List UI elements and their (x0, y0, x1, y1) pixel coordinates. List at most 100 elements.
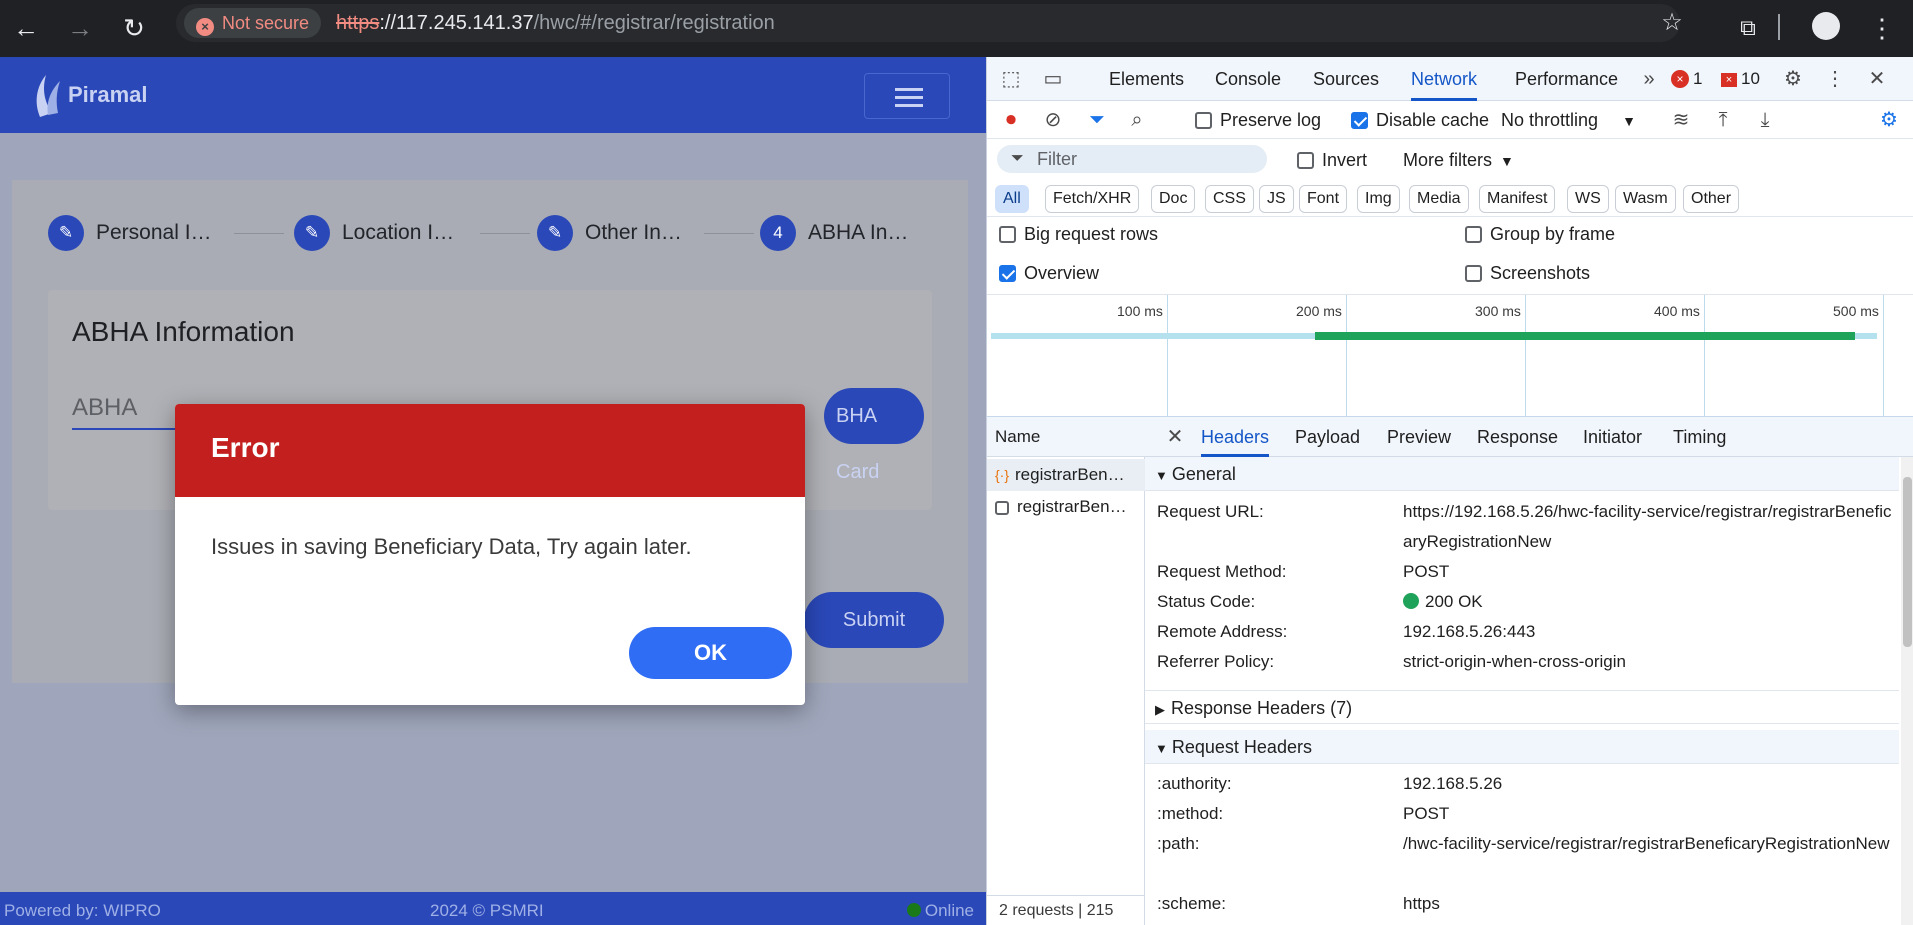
extensions-icon[interactable]: ⧉ (1728, 8, 1768, 48)
tab-performance[interactable]: Performance (1515, 57, 1618, 101)
more-filters-dropdown[interactable]: More filters ▼ (1403, 141, 1514, 179)
name-column-header[interactable]: Name (987, 417, 1145, 457)
request-row[interactable]: registrarBen… (987, 491, 1145, 523)
more-tabs-icon[interactable]: » (1635, 65, 1663, 93)
network-conditions-icon[interactable]: ≋ (1667, 106, 1695, 134)
timeline-tick: 400 ms (1654, 303, 1700, 319)
triangle-right-icon: ▶ (1155, 702, 1165, 717)
big-request-rows-toggle[interactable]: Big request rows (999, 219, 1158, 249)
timeline-tick: 100 ms (1117, 303, 1163, 319)
type-media[interactable]: Media (1409, 185, 1469, 213)
export-har-icon[interactable]: ⤓ (1751, 106, 1779, 134)
ok-button[interactable]: OK (629, 627, 792, 679)
checkbox[interactable] (1195, 112, 1212, 129)
back-icon[interactable]: ← (6, 8, 46, 48)
menu-button[interactable] (864, 73, 950, 119)
profile-avatar-icon[interactable] (1812, 12, 1840, 40)
checkbox-checked[interactable] (999, 265, 1016, 282)
bookmark-star-icon[interactable]: ☆ (1652, 3, 1692, 43)
tab-sources[interactable]: Sources (1313, 57, 1379, 101)
checkbox[interactable] (1465, 226, 1482, 243)
abha-card-button[interactable]: BHA Card (824, 388, 924, 483)
type-js[interactable]: JS (1259, 185, 1294, 213)
step-personal[interactable]: ✎ Personal I… (48, 213, 212, 253)
tab-preview[interactable]: Preview (1387, 417, 1451, 457)
response-headers-section-header[interactable]: ▶ Response Headers (7) (1145, 690, 1899, 724)
step-location[interactable]: ✎ Location I… (294, 213, 454, 253)
close-devtools-icon[interactable]: ✕ (1863, 65, 1891, 93)
search-icon[interactable]: ⌕ (1123, 106, 1151, 134)
device-toolbar-icon[interactable]: ▭ (1039, 65, 1067, 93)
filter-input[interactable]: Filter (997, 145, 1267, 173)
checkbox[interactable] (999, 226, 1016, 243)
address-bar[interactable]: × Not secure https://117.245.141.37/hwc/#… (176, 4, 1683, 42)
pencil-icon: ✎ (537, 215, 573, 252)
url-text[interactable]: https://117.245.141.37/hwc/#/registrar/r… (336, 4, 775, 42)
overview-toggle[interactable]: Overview (999, 258, 1099, 288)
type-img[interactable]: Img (1357, 185, 1400, 213)
type-manifest[interactable]: Manifest (1479, 185, 1556, 213)
tab-console[interactable]: Console (1215, 57, 1281, 101)
type-css[interactable]: CSS (1205, 185, 1254, 213)
browser-chrome: ← → ↻ × Not secure https://117.245.141.37… (0, 0, 1913, 57)
step-other[interactable]: ✎ Other In… (537, 213, 682, 253)
type-doc[interactable]: Doc (1151, 185, 1196, 213)
tab-response[interactable]: Response (1477, 417, 1558, 457)
step-abha[interactable]: 4 ABHA In… (760, 213, 908, 253)
preserve-log-toggle[interactable]: Preserve log (1195, 101, 1321, 139)
footer-copyright: 2024 © PSMRI (430, 901, 544, 920)
forward-icon[interactable]: → (60, 8, 100, 48)
type-other[interactable]: Other (1683, 185, 1740, 213)
tab-headers[interactable]: Headers (1201, 417, 1270, 457)
request-summary: 2 requests | 215 (987, 895, 1145, 925)
tab-network[interactable]: Network (1411, 57, 1478, 101)
scroll-thumb[interactable] (1903, 477, 1912, 647)
header-key: Referrer Policy: (1157, 652, 1275, 671)
checkbox-checked[interactable] (1351, 112, 1368, 129)
devtools-more-icon[interactable]: ⋮ (1821, 65, 1849, 93)
type-font[interactable]: Font (1299, 185, 1348, 213)
header-key: :method: (1157, 804, 1224, 823)
tab-payload[interactable]: Payload (1295, 417, 1360, 457)
tab-elements[interactable]: Elements (1109, 57, 1184, 101)
security-chip[interactable]: × Not secure (184, 8, 322, 38)
general-section-header[interactable]: ▼ General (1145, 457, 1899, 491)
invert-toggle[interactable]: Invert (1297, 141, 1367, 179)
type-ws[interactable]: WS (1567, 185, 1609, 213)
network-options: Big request rows Group by frame Overview… (987, 217, 1913, 295)
warning-badge[interactable]: × 10 (1721, 68, 1760, 90)
timeline-gridline (1346, 295, 1347, 417)
devtools-panel: ⬚ ▭ Elements Console Sources Network Per… (986, 57, 1913, 925)
pencil-icon: ✎ (294, 215, 330, 252)
group-by-frame-toggle[interactable]: Group by frame (1465, 219, 1615, 249)
filter-funnel-icon[interactable]: ⏷ (1083, 106, 1111, 134)
inspect-element-icon[interactable]: ⬚ (997, 65, 1025, 93)
close-detail-icon[interactable]: ✕ (1161, 423, 1189, 451)
record-stop-icon[interactable]: ⏺ (997, 106, 1025, 134)
type-all[interactable]: All (995, 185, 1029, 213)
type-wasm[interactable]: Wasm (1615, 185, 1676, 213)
tab-timing[interactable]: Timing (1673, 417, 1726, 457)
tab-initiator[interactable]: Initiator (1583, 417, 1642, 457)
throttling-select[interactable]: No throttling ▼ (1501, 101, 1636, 139)
request-row[interactable]: {·} registrarBen… (987, 459, 1145, 491)
error-badge[interactable]: × 1 (1671, 68, 1702, 90)
type-fetch-xhr[interactable]: Fetch/XHR (1045, 185, 1140, 213)
disable-cache-toggle[interactable]: Disable cache (1351, 101, 1489, 139)
network-settings-gear-icon[interactable]: ⚙ (1875, 106, 1903, 134)
detail-scrollbar[interactable] (1901, 457, 1913, 925)
screenshots-toggle[interactable]: Screenshots (1465, 258, 1590, 288)
import-har-icon[interactable]: ⤒ (1709, 106, 1737, 134)
piramal-leaf-icon (36, 75, 60, 118)
settings-gear-icon[interactable]: ⚙ (1779, 65, 1807, 93)
abha-input[interactable]: ABHA (72, 386, 192, 430)
network-overview-timeline[interactable]: 100 ms 200 ms 300 ms 400 ms 500 ms (987, 295, 1913, 417)
submit-button[interactable]: Submit (804, 592, 944, 648)
more-vert-icon[interactable]: ⋮ (1862, 8, 1902, 48)
remote-address-value: 192.168.5.26:443 (1403, 622, 1536, 641)
reload-icon[interactable]: ↻ (114, 8, 154, 48)
checkbox[interactable] (1297, 152, 1314, 169)
clear-icon[interactable]: ⊘ (1039, 106, 1067, 134)
request-headers-section-header[interactable]: ▼ Request Headers (1145, 730, 1899, 764)
checkbox[interactable] (1465, 265, 1482, 282)
